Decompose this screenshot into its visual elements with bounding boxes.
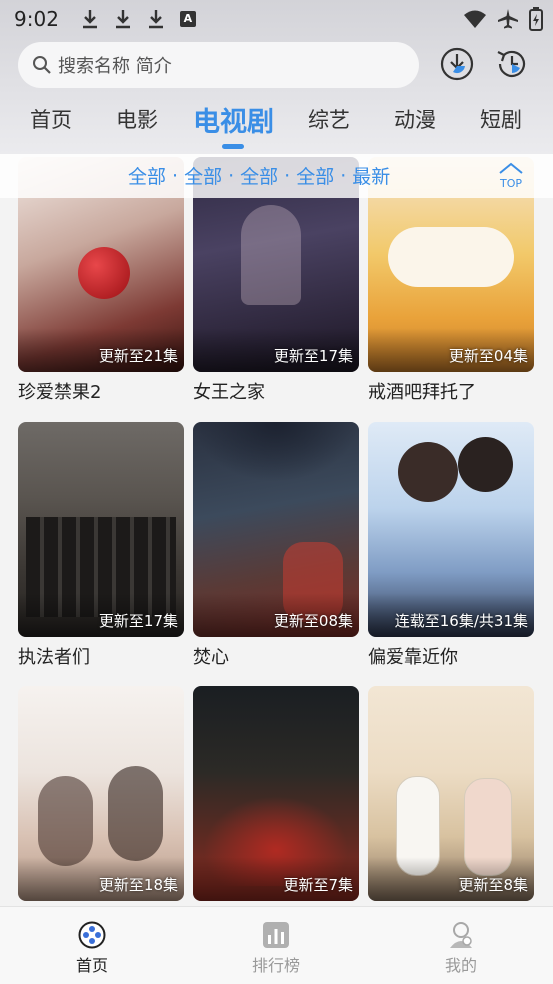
scroll-top-label: TOP <box>499 177 522 190</box>
chart-bar-icon <box>263 922 289 948</box>
episode-badge: 更新至08集 <box>273 612 353 630</box>
filter-sort[interactable]: 最新 <box>352 162 390 189</box>
bottom-navigation: 首页 排行榜 我的 <box>0 906 553 984</box>
tab-anime[interactable]: 动漫 <box>394 104 436 134</box>
episode-badge: 更新至18集 <box>98 876 178 894</box>
show-poster[interactable]: 更新至8集 <box>368 686 534 901</box>
show-poster[interactable]: 更新至18集 <box>18 686 184 901</box>
scroll-top-button[interactable]: TOP <box>497 160 525 194</box>
show-title: 戒酒吧拜托了 <box>368 382 476 403</box>
tab-short-drama[interactable]: 短剧 <box>480 104 522 134</box>
episode-badge: 更新至21集 <box>98 347 178 365</box>
search-placeholder: 搜索名称 简介 <box>58 56 172 77</box>
show-poster[interactable]: 更新至17集 <box>18 422 184 637</box>
battery-icon <box>529 7 543 31</box>
show-grid: 更新至21集 珍爱禁果2 更新至17集 女王之家 更新至04集 戒酒吧拜托了 更… <box>0 154 553 906</box>
episode-badge: 更新至17集 <box>273 347 353 365</box>
show-title: 珍爱禁果2 <box>18 382 102 403</box>
film-reel-icon <box>78 921 106 949</box>
download-manager-icon[interactable] <box>439 46 475 82</box>
filter-region[interactable]: 全部 <box>128 162 166 189</box>
episode-badge: 更新至04集 <box>448 347 528 365</box>
tab-tv-series[interactable]: 电视剧 <box>193 100 274 139</box>
show-poster[interactable]: 更新至7集 <box>193 686 359 901</box>
apple-graphic <box>78 247 130 299</box>
chevron-up-icon <box>499 162 523 174</box>
tab-home[interactable]: 首页 <box>30 104 72 134</box>
filter-bar: 全部 · 全部 · 全部 · 全部 · 最新 TOP <box>0 154 553 198</box>
show-poster[interactable]: 连载至16集/共31集 <box>368 422 534 637</box>
nav-home[interactable]: 首页 <box>52 921 132 976</box>
search-input[interactable]: 搜索名称 简介 <box>18 42 419 88</box>
download-icon <box>148 10 163 29</box>
nav-home-label: 首页 <box>75 956 108 975</box>
show-card[interactable]: 连载至16集/共31集 偏爱靠近你 <box>368 422 534 668</box>
filter-language[interactable]: 全部 <box>296 162 334 189</box>
episode-badge: 更新至7集 <box>283 876 353 894</box>
airplane-icon <box>498 9 518 29</box>
nav-profile[interactable]: 我的 <box>421 921 501 976</box>
show-card[interactable]: 更新至18集 <box>18 686 184 906</box>
show-card[interactable]: 更新至7集 <box>193 686 359 906</box>
show-title: 女王之家 <box>193 382 265 403</box>
show-card[interactable]: 更新至17集 执法者们 <box>18 422 184 668</box>
show-title: 焚心 <box>193 647 229 668</box>
show-card[interactable]: 更新至08集 焚心 <box>193 422 359 668</box>
filter-genre[interactable]: 全部 <box>184 162 222 189</box>
download-icon <box>82 10 97 29</box>
episode-badge: 连载至16集/共31集 <box>394 612 528 630</box>
show-card[interactable]: 更新至8集 <box>368 686 534 906</box>
history-icon[interactable] <box>494 46 530 82</box>
status-time: 9:02 <box>14 7 59 31</box>
active-tab-indicator <box>222 144 244 149</box>
search-icon <box>33 56 51 74</box>
wifi-icon <box>464 10 486 28</box>
download-icon <box>115 10 130 29</box>
nav-profile-label: 我的 <box>444 956 477 975</box>
episode-badge: 更新至8集 <box>458 876 528 894</box>
nav-ranking[interactable]: 排行榜 <box>236 921 316 976</box>
tab-variety[interactable]: 综艺 <box>308 104 350 134</box>
show-title: 偏爱靠近你 <box>368 647 458 668</box>
user-icon <box>450 922 472 948</box>
filter-year[interactable]: 全部 <box>240 162 278 189</box>
status-bar: 9:02 A <box>0 0 553 38</box>
show-poster[interactable]: 更新至08集 <box>193 422 359 637</box>
episode-badge: 更新至17集 <box>98 612 178 630</box>
category-tabs: 首页 电影 电视剧 综艺 动漫 短剧 <box>0 100 553 140</box>
show-title: 执法者们 <box>18 647 90 668</box>
app-notification-icon: A <box>179 11 196 27</box>
tab-movies[interactable]: 电影 <box>116 104 158 134</box>
nav-ranking-label: 排行榜 <box>251 956 300 975</box>
